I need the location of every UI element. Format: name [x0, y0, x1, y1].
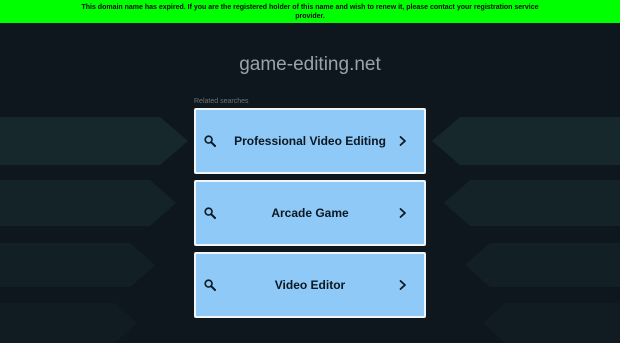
search-link-professional-video-editing[interactable]: Professional Video Editing [194, 108, 426, 174]
expiry-notice-line2: provider. [295, 13, 325, 20]
bg-arrow-left-3 [0, 243, 155, 287]
search-link-label: Video Editor [274, 278, 346, 292]
bg-arrow-right-4 [483, 303, 620, 343]
domain-title: game-editing.net [239, 54, 381, 75]
expiry-notice-banner: This domain name has expired. If you are… [0, 0, 620, 23]
bg-arrow-right-2 [444, 180, 620, 226]
search-link-label: Arcade Game [271, 206, 349, 220]
chevron-right-icon [399, 208, 406, 218]
search-link-arcade-game[interactable]: Arcade Game [194, 180, 426, 246]
chevron-right-icon [399, 136, 406, 146]
bg-arrow-left-4 [0, 303, 137, 343]
chevron-right-icon [399, 280, 406, 290]
expiry-notice-line1: This domain name has expired. If you are… [81, 4, 539, 11]
bg-arrow-right-3 [465, 243, 620, 287]
search-link-video-editor[interactable]: Video Editor [194, 252, 426, 318]
bg-arrow-left-1 [0, 117, 188, 165]
bg-arrow-left-2 [0, 180, 176, 226]
search-link-label: Professional Video Editing [234, 134, 386, 148]
related-searches-label: Related searches [194, 98, 249, 105]
bg-arrow-right-1 [432, 117, 620, 165]
